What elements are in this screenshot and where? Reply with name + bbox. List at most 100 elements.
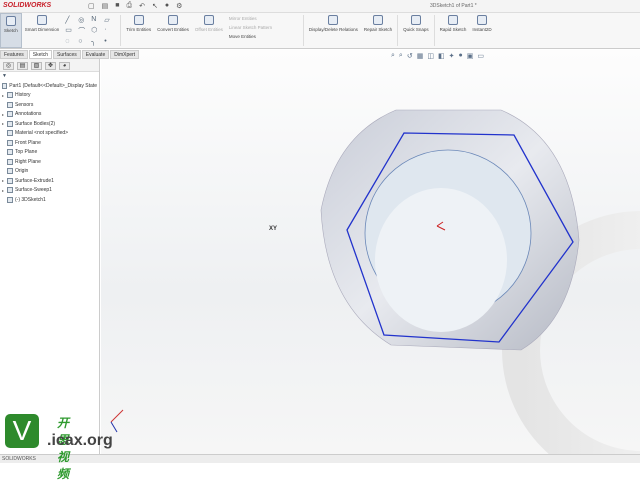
- feature-icon: [7, 92, 13, 99]
- relations-icon: [328, 15, 339, 25]
- new-icon[interactable]: ▢: [88, 2, 95, 10]
- ellipse-icon[interactable]: ○: [78, 38, 89, 46]
- expand-arrow-icon[interactable]: ▸: [2, 178, 5, 183]
- tree-item[interactable]: Top Plane: [2, 148, 97, 158]
- tab-evaluate[interactable]: Evaluate: [81, 50, 110, 59]
- filter-icon[interactable]: ▼: [2, 73, 97, 81]
- origin-label: XY: [269, 226, 277, 232]
- sketch-icon: [5, 16, 16, 26]
- tab-features[interactable]: Features: [0, 50, 28, 59]
- dimxpert-tab-icon[interactable]: ✥: [45, 62, 56, 70]
- select-icon[interactable]: ↖: [152, 2, 158, 10]
- watermark: V 开思视频 .icax.org: [5, 414, 113, 481]
- tree-item[interactable]: Sensors: [2, 100, 97, 110]
- panel-tabs: ◎ ▤ ▧ ✥ ◕: [0, 59, 99, 72]
- quick-snaps-button[interactable]: Quick Snaps: [400, 13, 432, 48]
- rectangle-icon[interactable]: ▭: [65, 26, 76, 36]
- tree-item[interactable]: Front Plane: [2, 138, 97, 148]
- tab-sketch[interactable]: Sketch: [28, 50, 53, 59]
- tree-item[interactable]: ▸ Surface Bodies(2): [2, 119, 97, 129]
- tree-item[interactable]: ▸ Surface-Extrude1: [2, 176, 97, 186]
- bore-inner-face: [375, 188, 507, 332]
- feature-icon: [7, 158, 13, 165]
- command-manager: Sketch Smart Dimension ╱ ◎ N ▱ ▭ ⌒ ⬡ · ◌ ○ ╮ • Tr…: [0, 13, 640, 49]
- tree-item[interactable]: ▸ Surface-Sweep1: [2, 186, 97, 196]
- expand-arrow-icon[interactable]: ▸: [2, 93, 5, 98]
- options-icon[interactable]: ⚙: [176, 2, 182, 10]
- tab-dimxpert[interactable]: DimXpert: [110, 50, 140, 59]
- watermark-logo: V: [5, 414, 39, 448]
- plane-icon[interactable]: ▱: [104, 16, 115, 24]
- sketch-tools-group: ╱ ◎ N ▱ ▭ ⌒ ⬡ · ◌ ○ ╮ •: [62, 13, 118, 48]
- convert-icon: [168, 15, 178, 25]
- repair-sketch-button[interactable]: Repair Sketch: [361, 13, 395, 48]
- document-title: 3DSketch1 of Part1 *: [430, 3, 477, 9]
- configuration-tab-icon[interactable]: ▧: [31, 62, 42, 70]
- move-entities-button[interactable]: Move Entities: [229, 34, 298, 39]
- snap-icon: [410, 15, 421, 25]
- tree-root[interactable]: Part1 (Default<<Default>_Display State: [2, 81, 97, 91]
- save-icon[interactable]: ■: [115, 2, 119, 10]
- tab-surfaces[interactable]: Surfaces: [53, 50, 81, 59]
- quick-access-toolbar: ▢ ▤ ■ ⎙ ↶ ↖ ● ⚙: [88, 2, 182, 10]
- graphics-area[interactable]: ⌕ ⌕ ↺ ▦ ◫ ◧ ✦ ● ▣ ▭ XY: [101, 50, 640, 454]
- repair-icon: [372, 15, 383, 25]
- instant2d-button[interactable]: Instant2D: [469, 13, 494, 48]
- fillet-icon[interactable]: ╮: [91, 38, 102, 46]
- trim-entities-button[interactable]: Trim Entities: [123, 13, 154, 48]
- property-manager-tab-icon[interactable]: ▤: [17, 62, 28, 70]
- convert-entities-button[interactable]: Convert Entities: [154, 13, 192, 48]
- expand-arrow-icon[interactable]: ▸: [2, 188, 5, 193]
- watermark-en: .icax.org: [47, 432, 113, 449]
- open-icon[interactable]: ▤: [102, 2, 109, 10]
- feature-tree-tab-icon[interactable]: ◎: [3, 62, 14, 70]
- rebuild-icon[interactable]: ●: [165, 2, 169, 10]
- undo-icon[interactable]: ↶: [139, 2, 145, 10]
- feature-icon: [7, 139, 13, 146]
- rapid-sketch-icon: [448, 15, 459, 25]
- divider: [397, 15, 399, 46]
- arc-icon[interactable]: ⌒: [78, 26, 89, 36]
- sketch-button[interactable]: Sketch: [0, 13, 22, 48]
- feature-icon: [7, 101, 13, 108]
- feature-icon: [7, 111, 13, 118]
- feature-icon: [7, 149, 13, 156]
- expand-arrow-icon[interactable]: ▸: [2, 121, 5, 126]
- feature-icon: [7, 130, 13, 137]
- smart-dimension-button[interactable]: Smart Dimension: [22, 13, 63, 48]
- model-view: XY: [110, 109, 640, 454]
- solidworks-logo: SOLIDWORKS: [3, 2, 52, 9]
- offset-entities-button[interactable]: Offset Entities: [192, 13, 226, 48]
- slot-icon[interactable]: ◌: [65, 38, 76, 46]
- tree-item[interactable]: Material <not specified>: [2, 129, 97, 139]
- feature-icon: [7, 196, 13, 203]
- display-delete-relations-button[interactable]: Display/Delete Relations: [306, 13, 361, 48]
- line-icon[interactable]: ╱: [65, 16, 76, 24]
- point-icon[interactable]: ·: [104, 26, 115, 36]
- tree-item[interactable]: ▸ Annotations: [2, 110, 97, 120]
- expand-arrow-icon[interactable]: ▸: [2, 112, 5, 117]
- xy-triad-icon: [110, 409, 124, 433]
- circle-icon[interactable]: ◎: [78, 16, 89, 24]
- divider: [433, 15, 435, 46]
- feature-icon: [7, 177, 13, 184]
- appearance-tab-icon[interactable]: ◕: [59, 62, 70, 70]
- command-tabs: Features Sketch Surfaces Evaluate DimXpe…: [0, 50, 140, 59]
- part-icon: [2, 82, 8, 89]
- tree-item[interactable]: Origin: [2, 167, 97, 177]
- tree-item[interactable]: (-) 3DSketch1: [2, 195, 97, 205]
- instant2d-icon: [477, 15, 488, 25]
- mirror-entities-button[interactable]: Mirror Entities: [229, 16, 298, 21]
- polygon-icon[interactable]: ⬡: [91, 26, 102, 36]
- tree-item[interactable]: Right Plane: [2, 157, 97, 167]
- text-icon[interactable]: •: [104, 38, 115, 46]
- spline-icon[interactable]: N: [91, 16, 102, 24]
- divider: [302, 15, 304, 46]
- linear-pattern-button[interactable]: Linear Sketch Pattern: [229, 25, 298, 30]
- print-icon[interactable]: ⎙: [126, 2, 132, 10]
- rapid-sketch-button[interactable]: Rapid Sketch: [437, 13, 470, 48]
- feature-icon: [7, 120, 13, 127]
- trim-icon: [133, 15, 144, 25]
- status-bar: SOLIDWORKS: [0, 454, 640, 463]
- tree-item[interactable]: ▸ History: [2, 91, 97, 101]
